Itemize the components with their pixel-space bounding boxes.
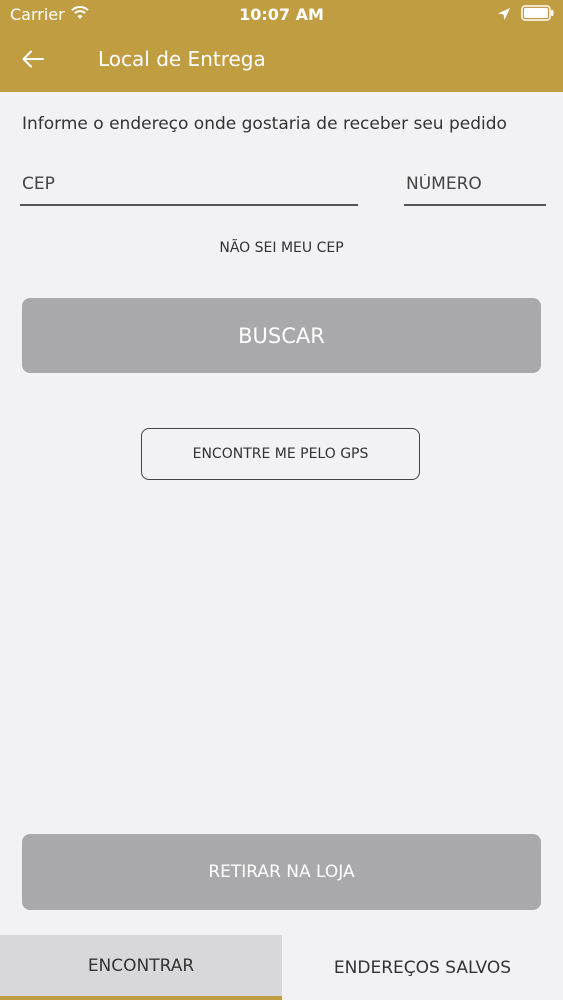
cep-field <box>20 166 358 206</box>
status-right <box>497 5 555 25</box>
back-arrow-icon <box>22 50 44 72</box>
page-title: Local de Entrega <box>98 47 266 71</box>
numero-field <box>404 166 546 206</box>
store-pickup-button[interactable]: RETIRAR NA LOJA <box>22 834 541 910</box>
dont-know-cep-link[interactable]: NÃO SEI MEU CEP <box>0 240 563 256</box>
cep-input[interactable] <box>20 166 358 202</box>
find-by-gps-button[interactable]: ENCONTRE ME PELO GPS <box>141 428 420 480</box>
tab-encontrar[interactable]: ENCONTRAR <box>0 935 282 1000</box>
bottom-tabs: ENCONTRAR ENDEREÇOS SALVOS <box>0 935 563 1000</box>
intro-text: Informe o endereço onde gostaria de rece… <box>22 114 507 134</box>
back-button[interactable] <box>16 44 50 78</box>
app-bar: Local de Entrega <box>0 30 563 92</box>
tab-enderecos-salvos[interactable]: ENDEREÇOS SALVOS <box>282 935 563 1000</box>
battery-icon <box>521 5 555 25</box>
location-arrow-icon <box>497 6 511 25</box>
search-button[interactable]: BUSCAR <box>22 298 541 373</box>
numero-input[interactable] <box>404 166 546 202</box>
status-bar: Carrier 10:07 AM <box>0 0 563 30</box>
status-time: 10:07 AM <box>239 5 324 24</box>
